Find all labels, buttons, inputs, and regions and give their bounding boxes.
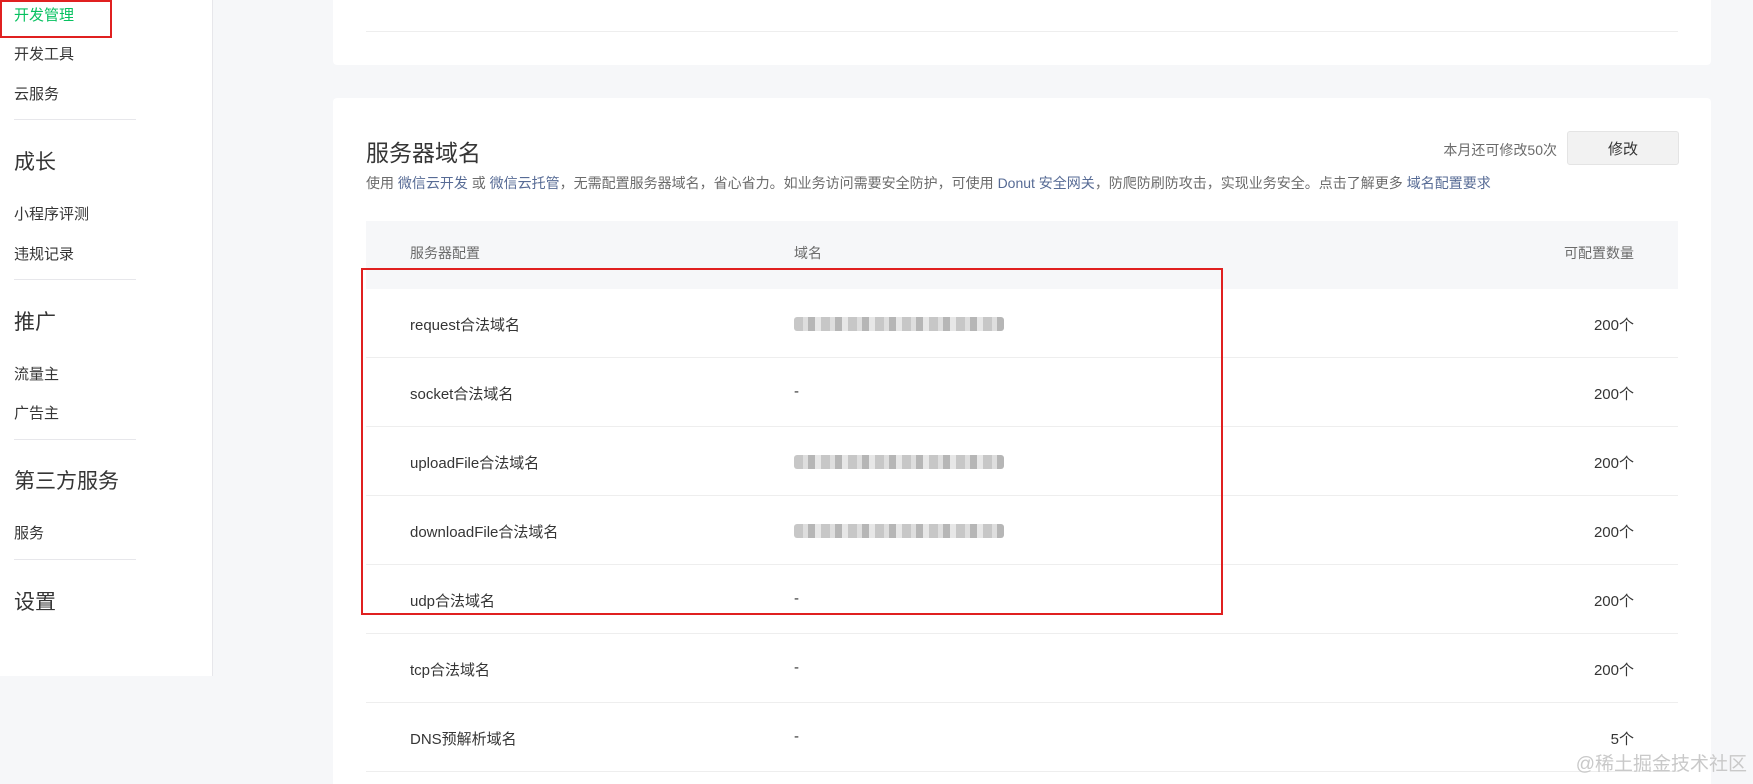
modify-button[interactable]: 修改: [1567, 131, 1679, 165]
sidebar-divider: [14, 559, 136, 560]
modify-quota-text: 本月还可修改50次: [1443, 142, 1557, 158]
desc-text: ，防爬防刷防攻击，实现业务安全。点击了解更多: [1094, 175, 1407, 191]
config-name: tcp合法域名: [410, 662, 491, 679]
config-count: 200个: [1593, 593, 1634, 610]
config-count: 200个: [1593, 524, 1634, 541]
section-description: 使用 微信云开发 或 微信云托管，无需配置服务器域名，省心省力。如业务访问需要安…: [366, 173, 1491, 193]
column-header-domain: 域名: [794, 245, 822, 261]
watermark: @稀土掘金技术社区: [1575, 754, 1747, 775]
config-name: DNS预解析域名: [410, 731, 517, 748]
column-header-config: 服务器配置: [410, 245, 480, 261]
sidebar-divider: [14, 119, 136, 120]
divider: [366, 31, 1678, 32]
wechat-cloud-hosting-link[interactable]: 微信云托管: [490, 175, 560, 191]
wechat-cloud-dev-link[interactable]: 微信云开发: [398, 175, 468, 191]
sidebar-divider: [14, 439, 136, 440]
column-header-count: 可配置数量: [1564, 245, 1634, 261]
sidebar-divider: [14, 279, 136, 280]
domain-requirements-link[interactable]: 域名配置要求: [1407, 175, 1491, 191]
config-count: 200个: [1593, 662, 1634, 679]
sidebar-item-services[interactable]: 服务: [14, 522, 44, 543]
sidebar-item-cloud-service[interactable]: 云服务: [14, 83, 59, 104]
section-title: 服务器域名: [366, 140, 481, 166]
sidebar-group-settings[interactable]: 设置: [14, 586, 56, 616]
sidebar-item-evaluation[interactable]: 小程序评测: [14, 203, 89, 224]
donut-gateway-link[interactable]: Donut 安全网关: [998, 175, 1095, 191]
sidebar-item-violation-records[interactable]: 违规记录: [14, 243, 74, 264]
highlight-box: [0, 0, 112, 38]
sidebar: 开发管理 开发工具 云服务 成长 小程序评测 违规记录 推广 流量主 广告主 第…: [0, 0, 213, 676]
sidebar-item-traffic-owner[interactable]: 流量主: [14, 363, 59, 384]
desc-text: 或: [467, 175, 490, 191]
previous-card: [333, 0, 1711, 65]
table-row: DNS预解析域名 - 5个: [366, 703, 1678, 772]
domain-value: -: [794, 659, 799, 676]
sidebar-item-advertiser[interactable]: 广告主: [14, 402, 59, 423]
highlight-box: [361, 268, 1223, 615]
config-count: 200个: [1593, 386, 1634, 403]
sidebar-group-promotion[interactable]: 推广: [14, 306, 56, 336]
config-count: 200个: [1593, 317, 1634, 334]
sidebar-item-dev-tools[interactable]: 开发工具: [14, 43, 74, 64]
config-count: 5个: [1610, 731, 1634, 748]
desc-text: 使用: [366, 175, 398, 191]
domain-value: -: [794, 728, 799, 745]
sidebar-group-third-party[interactable]: 第三方服务: [14, 465, 119, 495]
table-row: tcp合法域名 - 200个: [366, 634, 1678, 703]
desc-text: ，无需配置服务器域名，省心省力。如业务访问需要安全防护，可使用: [559, 175, 998, 191]
sidebar-group-growth[interactable]: 成长: [14, 146, 56, 176]
config-count: 200个: [1593, 455, 1634, 472]
